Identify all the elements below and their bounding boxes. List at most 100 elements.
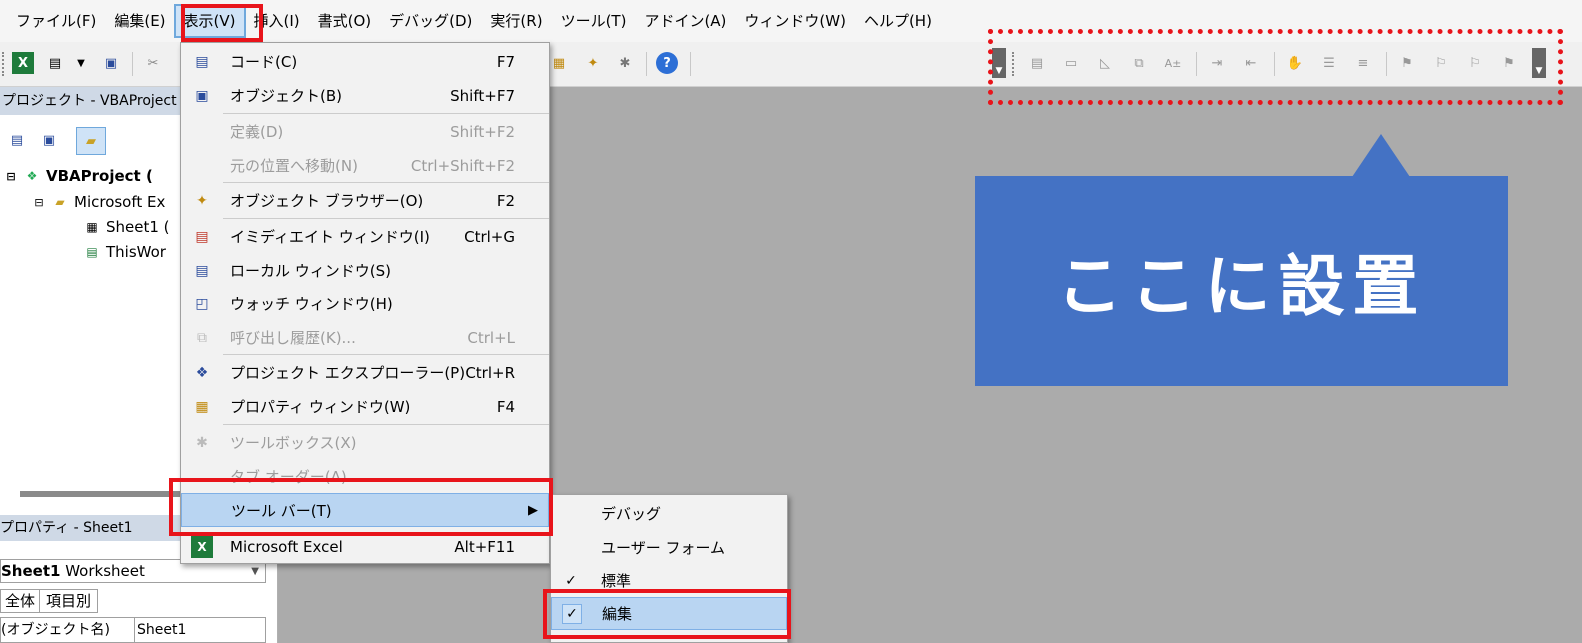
toggle-breakpoint-icon[interactable]: ✋ — [1284, 52, 1306, 74]
list-constants-icon[interactable]: ▭ — [1060, 52, 1082, 74]
menu-item-toolbars[interactable]: ツール バー(T) ▶ — [181, 493, 549, 527]
menu-item-label: ローカル ウィンドウ(S) — [230, 262, 391, 280]
object-type: Worksheet — [65, 562, 145, 580]
view-object-icon[interactable]: ▣ — [38, 129, 60, 151]
menu-format[interactable]: 書式(O) — [310, 6, 380, 36]
menu-item-locals-window[interactable]: ▤ ローカル ウィンドウ(S) — [181, 254, 549, 287]
tree-node-thisworkbook[interactable]: ▤ ThisWor — [82, 243, 166, 261]
menu-item-shortcut: F4 — [496, 397, 515, 416]
save-icon[interactable]: ▣ — [100, 52, 122, 74]
quick-info-icon[interactable]: ◺ — [1094, 52, 1116, 74]
toggle-folders-icon[interactable]: ▰ — [76, 127, 106, 155]
toolbar-separator — [646, 52, 647, 76]
menu-separator — [223, 218, 549, 219]
property-row[interactable]: (オブジェクト名) Sheet1 — [0, 617, 266, 643]
excel-icon[interactable]: X — [12, 52, 34, 74]
cut-icon[interactable]: ✂ — [142, 52, 164, 74]
menu-item-properties-window[interactable]: ▦ プロパティ ウィンドウ(W) F4 — [181, 390, 549, 423]
object-browser-icon[interactable]: ✦ — [582, 52, 604, 74]
toolbar-grip[interactable] — [2, 52, 6, 76]
menu-item-object[interactable]: ▣ オブジェクト(B) Shift+F7 — [181, 79, 549, 112]
menu-tools[interactable]: ツール(T) — [553, 6, 635, 36]
menu-help[interactable]: ヘルプ(H) — [856, 6, 940, 36]
menu-item-object-browser[interactable]: ✦ オブジェクト ブラウザー(O) F2 — [181, 184, 549, 217]
complete-word-icon[interactable]: A± — [1162, 52, 1184, 74]
property-name: (オブジェクト名) — [1, 618, 135, 642]
tree-node-excel-objects[interactable]: ⊟ ▰ Microsoft Ex — [32, 193, 165, 211]
toolbox-icon[interactable]: ✱ — [614, 52, 636, 74]
toggle-bookmark-icon[interactable]: ⚑ — [1396, 52, 1418, 74]
menu-item-microsoft-excel[interactable]: X Microsoft Excel Alt+F11 — [181, 530, 549, 563]
menu-separator — [223, 354, 549, 355]
toolbar-separator — [690, 52, 691, 76]
submenu-item-edit[interactable]: ✓ 編集 — [551, 597, 787, 630]
insert-userform-icon[interactable]: ▤ — [44, 52, 66, 74]
help-icon[interactable]: ? — [656, 52, 678, 74]
menu-item-tab-order[interactable]: タブ オーダー(A) — [181, 460, 549, 493]
menu-debug[interactable]: デバッグ(D) — [381, 6, 480, 36]
menu-insert[interactable]: 挿入(I) — [246, 6, 308, 36]
chevron-down-icon[interactable]: ▼ — [70, 52, 92, 74]
object-browser-icon: ✦ — [196, 192, 208, 209]
previous-bookmark-icon[interactable]: ⚐ — [1464, 52, 1486, 74]
menu-window[interactable]: ウィンドウ(W) — [736, 6, 854, 36]
submenu-item-label: ユーザー フォーム — [601, 539, 726, 557]
properties-tabs: 全体 項目別 — [0, 589, 99, 613]
menu-item-shortcut: Ctrl+L — [467, 328, 515, 347]
tree-node-sheet1[interactable]: ▦ Sheet1 ( — [82, 218, 169, 236]
menu-item-call-stack[interactable]: ⧉ 呼び出し履歴(K)... Ctrl+L — [181, 321, 549, 354]
submenu-item-standard[interactable]: ✓ 標準 — [551, 564, 787, 597]
watch-window-icon: ◰ — [195, 295, 209, 312]
toolbar-options-icon[interactable]: ▼ — [1532, 48, 1546, 78]
check-icon: ✓ — [562, 603, 582, 624]
menu-separator — [223, 182, 549, 183]
menu-item-shortcut: F7 — [496, 52, 515, 71]
toolbox-icon: ✱ — [196, 434, 208, 451]
expand-icon[interactable]: ⊟ — [4, 167, 18, 185]
submenu-item-label: 編集 — [602, 605, 633, 623]
toolbar-grip[interactable] — [1012, 52, 1016, 76]
uncomment-block-icon[interactable]: ≡ — [1352, 52, 1374, 74]
submenu-item-userform[interactable]: ユーザー フォーム — [551, 531, 787, 564]
indent-icon[interactable]: ⇥ — [1206, 52, 1228, 74]
check-icon: ✓ — [565, 572, 577, 589]
tab-categorized[interactable]: 項目別 — [40, 589, 99, 613]
submenu-item-label: デバッグ — [601, 505, 662, 523]
tree-node-vbaproject[interactable]: ⊟ ❖ VBAProject ( — [4, 167, 152, 185]
expand-icon[interactable]: ⊟ — [32, 193, 46, 211]
horizontal-scrollbar[interactable] — [20, 491, 180, 497]
menu-item-label: コード(C) — [230, 53, 298, 71]
next-bookmark-icon[interactable]: ⚐ — [1430, 52, 1452, 74]
menu-item-project-explorer[interactable]: ❖ プロジェクト エクスプローラー(P) Ctrl+R — [181, 356, 549, 389]
outdent-icon[interactable]: ⇤ — [1240, 52, 1262, 74]
menu-item-definition[interactable]: 定義(D) Shift+F2 — [181, 115, 549, 148]
menu-run[interactable]: 実行(R) — [482, 6, 550, 36]
menu-item-watch-window[interactable]: ◰ ウォッチ ウィンドウ(H) — [181, 287, 549, 320]
submenu-item-debug[interactable]: デバッグ — [551, 497, 787, 530]
list-properties-icon[interactable]: ▤ — [1026, 52, 1048, 74]
menu-view[interactable]: 表示(V) — [173, 4, 246, 38]
toolbar-options-icon[interactable]: ▼ — [992, 48, 1006, 78]
menu-item-label: 呼び出し履歴(K)... — [230, 329, 356, 347]
comment-block-icon[interactable]: ☰ — [1318, 52, 1340, 74]
worksheet-icon: ▦ — [86, 220, 98, 234]
parameter-info-icon[interactable]: ⧉ — [1128, 52, 1150, 74]
callout: ここに設置 — [975, 176, 1508, 386]
view-menu: ▤ コード(C) F7 ▣ オブジェクト(B) Shift+F7 定義(D) S… — [180, 42, 550, 564]
folder-icon: ▰ — [55, 195, 65, 209]
clear-bookmarks-icon[interactable]: ⚑ — [1498, 52, 1520, 74]
menu-file[interactable]: ファイル(F) — [8, 6, 104, 36]
immediate-window-icon: ▤ — [195, 228, 209, 245]
tab-alphabetic[interactable]: 全体 — [0, 589, 41, 613]
menu-item-code[interactable]: ▤ コード(C) F7 — [181, 45, 549, 78]
view-code-icon[interactable]: ▤ — [6, 129, 28, 151]
menu-addins[interactable]: アドイン(A) — [636, 6, 734, 36]
menu-item-toolbox[interactable]: ✱ ツールボックス(X) — [181, 426, 549, 459]
property-value[interactable]: Sheet1 — [135, 618, 186, 642]
properties-icon[interactable]: ▦ — [548, 52, 570, 74]
menu-edit[interactable]: 編集(E) — [106, 6, 173, 36]
excel-icon: X — [191, 535, 213, 558]
menu-item-immediate-window[interactable]: ▤ イミディエイト ウィンドウ(I) Ctrl+G — [181, 220, 549, 253]
chevron-down-icon[interactable]: ▼ — [251, 566, 259, 577]
menu-item-last-position[interactable]: 元の位置へ移動(N) Ctrl+Shift+F2 — [181, 149, 549, 182]
